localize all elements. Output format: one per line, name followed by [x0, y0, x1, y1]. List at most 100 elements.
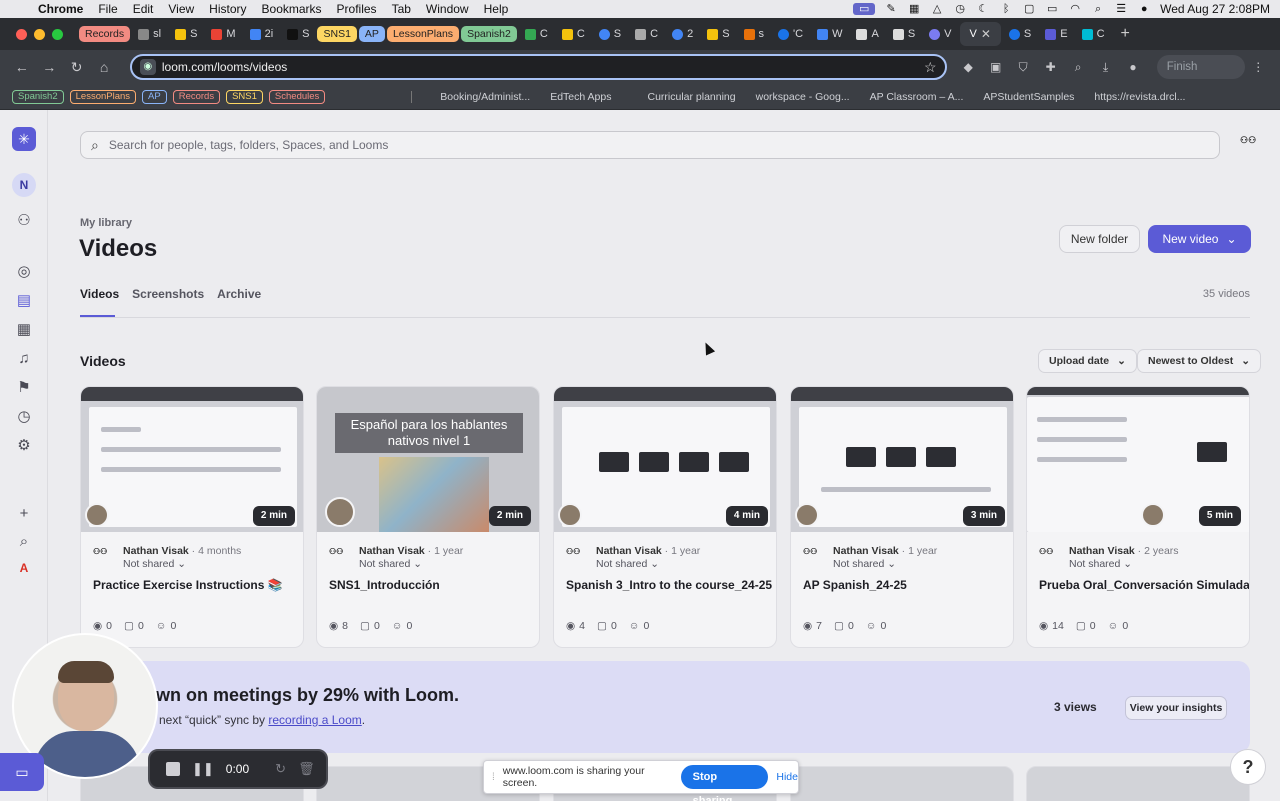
- tab[interactable]: 'C: [772, 22, 809, 46]
- menu-tab[interactable]: Tab: [392, 2, 411, 16]
- script-editor-icon[interactable]: ✎: [884, 3, 898, 15]
- battery-icon[interactable]: ▭: [1045, 3, 1059, 15]
- timer-icon[interactable]: ◷: [953, 3, 967, 15]
- menu-profiles[interactable]: Profiles: [337, 2, 377, 16]
- hide-button[interactable]: Hide: [776, 771, 798, 783]
- finish-update-button[interactable]: Finish update: [1156, 55, 1245, 97]
- close-tab-icon[interactable]: ✕: [981, 27, 991, 41]
- tab[interactable]: A: [850, 22, 884, 46]
- tab[interactable]: E: [1039, 22, 1073, 46]
- minimize-window-button[interactable]: [34, 28, 45, 40]
- stop-sharing-button[interactable]: Stop sharing: [680, 765, 769, 801]
- account-avatar[interactable]: ⚇⚇: [1240, 135, 1268, 155]
- video-card[interactable]: 3 min ⚇⚇ Nathan Visak · 1 year Not share…: [790, 386, 1014, 648]
- bookmark-group-sns1[interactable]: SNS1: [226, 89, 263, 104]
- bell-icon[interactable]: ♫: [12, 346, 36, 370]
- tab[interactable]: S: [169, 22, 203, 46]
- tab-group-records[interactable]: Records: [79, 22, 131, 46]
- library-icon[interactable]: ▤: [12, 288, 36, 312]
- tab[interactable]: W: [811, 22, 848, 46]
- gear-icon[interactable]: ⚙: [12, 433, 36, 457]
- tab[interactable]: 2i: [244, 22, 280, 46]
- search-input[interactable]: Search for people, tags, folders, Spaces…: [109, 138, 389, 152]
- workspace-avatar[interactable]: N: [12, 173, 36, 197]
- grid-icon[interactable]: ▦: [907, 3, 921, 15]
- screen-share-status-icon[interactable]: ▭: [853, 3, 876, 15]
- video-card[interactable]: [1026, 766, 1250, 801]
- menu-edit[interactable]: Edit: [133, 2, 154, 16]
- video-title[interactable]: AP Spanish_24-25: [803, 578, 907, 592]
- profile-icon[interactable]: ●: [1119, 60, 1146, 74]
- plus-icon[interactable]: +: [12, 501, 36, 525]
- moon-icon[interactable]: ☾: [976, 3, 990, 15]
- back-icon[interactable]: ←: [8, 59, 35, 75]
- bookmark-icon[interactable]: ⚑: [12, 375, 36, 399]
- sharing-dropdown[interactable]: Not shared ⌄: [359, 558, 422, 570]
- forward-icon[interactable]: →: [35, 59, 62, 75]
- video-title[interactable]: Prueba Oral_Conversación Simulada1: [1039, 578, 1249, 592]
- display-icon[interactable]: ▢: [1022, 3, 1036, 15]
- sharing-dropdown[interactable]: Not shared ⌄: [596, 558, 659, 570]
- bookmark-item[interactable]: AP Classroom – A...: [870, 91, 964, 103]
- bookmark-item[interactable]: Booking/Administ...: [440, 91, 530, 103]
- bluetooth-icon[interactable]: ᛒ: [999, 3, 1013, 15]
- zoom-window-button[interactable]: [52, 28, 63, 40]
- tab-group-spanish2[interactable]: Spanish2: [461, 22, 517, 46]
- stop-recording-button[interactable]: [166, 762, 180, 776]
- url-text[interactable]: loom.com/looms/videos: [162, 60, 924, 74]
- tab[interactable]: s: [738, 22, 771, 46]
- tab-active[interactable]: V ✕: [959, 22, 1001, 46]
- bookmark-star-icon[interactable]: ☆: [924, 59, 937, 76]
- drag-handle-icon[interactable]: ⁞: [492, 772, 495, 783]
- video-card[interactable]: 5 min ⚇⚇ Nathan Visak · 2 years Not shar…: [1026, 386, 1250, 648]
- bookmark-item[interactable]: APStudentSamples: [983, 91, 1074, 103]
- help-button[interactable]: ?: [1230, 749, 1266, 785]
- more-menu-icon[interactable]: ⋮: [1245, 60, 1272, 74]
- reload-icon[interactable]: ↻: [63, 59, 90, 76]
- extension-a-icon[interactable]: A: [12, 556, 36, 580]
- address-bar[interactable]: ◉ loom.com/looms/videos ☆: [129, 54, 947, 80]
- sharing-dropdown[interactable]: Not shared ⌄: [1069, 558, 1132, 570]
- video-thumbnail[interactable]: 3 min: [791, 387, 1013, 532]
- camera-toggle-button[interactable]: ▭: [0, 753, 44, 791]
- video-thumbnail[interactable]: Español para los hablantes nativos nivel…: [317, 387, 539, 532]
- bookmark-group-lessonplans[interactable]: LessonPlans: [69, 89, 137, 104]
- sort-order-dropdown[interactable]: Newest to Oldest ⌄: [1137, 349, 1261, 373]
- search-icon[interactable]: ⌕: [12, 529, 36, 553]
- tab[interactable]: V: [923, 22, 957, 46]
- restart-icon[interactable]: ↻: [275, 761, 286, 777]
- tab-group-ap[interactable]: AP: [358, 22, 385, 46]
- bookmark-group-spanish2[interactable]: Spanish2: [12, 89, 64, 104]
- clock-icon[interactable]: ◷: [12, 404, 36, 428]
- video-thumbnail[interactable]: 5 min: [1027, 387, 1249, 532]
- tab[interactable]: S: [593, 22, 627, 46]
- menu-bookmarks[interactable]: Bookmarks: [262, 2, 322, 16]
- video-title[interactable]: SNS1_Introducción: [329, 578, 440, 592]
- video-card[interactable]: 2 min ⚇⚇ Nathan Visak · 4 months Not sha…: [80, 386, 304, 648]
- tab-group-lessonplans[interactable]: LessonPlans: [386, 22, 460, 46]
- loom-logo-icon[interactable]: ✳: [12, 127, 36, 151]
- wifi-icon[interactable]: ◠: [1068, 3, 1082, 15]
- drive-icon[interactable]: △: [930, 3, 944, 15]
- menu-file[interactable]: File: [98, 2, 117, 16]
- new-tab-icon[interactable]: +: [1121, 25, 1130, 43]
- view-insights-button[interactable]: View your insights: [1125, 696, 1227, 720]
- video-title[interactable]: Spanish 3_Intro to the course_24-25: [566, 578, 772, 592]
- tab-archive[interactable]: Archive: [217, 287, 261, 301]
- tab[interactable]: C: [1076, 22, 1111, 46]
- menu-history[interactable]: History: [209, 2, 246, 16]
- tab[interactable]: C: [629, 22, 664, 46]
- tab[interactable]: C: [519, 22, 554, 46]
- home-icon[interactable]: ⌂: [90, 59, 117, 75]
- pause-icon[interactable]: ❚❚: [192, 761, 214, 777]
- menu-view[interactable]: View: [168, 2, 194, 16]
- spotlight-icon[interactable]: ⌕: [1091, 3, 1105, 15]
- extension-icon[interactable]: ▣: [982, 60, 1009, 74]
- tab[interactable]: C: [556, 22, 591, 46]
- breadcrumb[interactable]: My library: [80, 217, 132, 229]
- calendar-icon[interactable]: ▦: [12, 317, 36, 341]
- tab[interactable]: S: [1003, 22, 1037, 46]
- search-bar[interactable]: ⌕ Search for people, tags, folders, Spac…: [80, 131, 1220, 159]
- sharing-dropdown[interactable]: Not shared ⌄: [833, 558, 896, 570]
- menu-help[interactable]: Help: [484, 2, 509, 16]
